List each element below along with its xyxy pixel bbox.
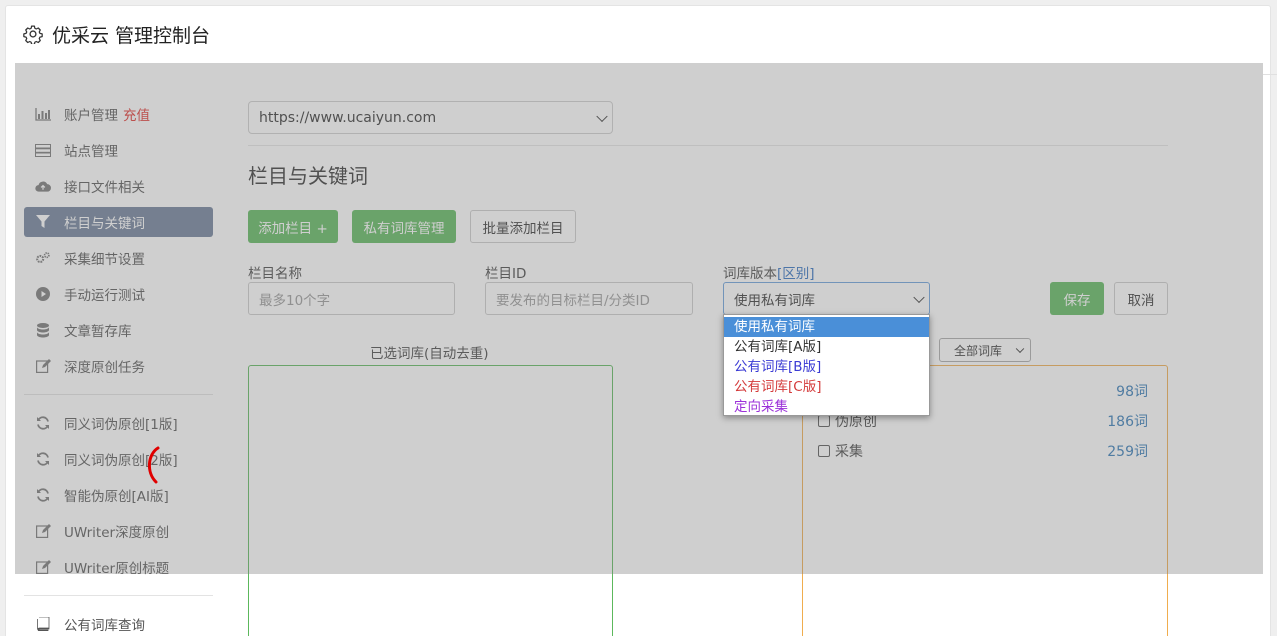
bar-chart-icon — [35, 107, 51, 121]
refresh-icon — [35, 452, 51, 466]
lib-filter-select[interactable]: 全部词库 — [939, 338, 1031, 362]
sidebar-item-uwriter-deep[interactable]: UWriter深度原创 — [24, 516, 213, 546]
gear-icon — [23, 25, 43, 44]
edit-icon — [35, 359, 51, 373]
chevron-down-icon — [913, 291, 925, 303]
lib-version-label: 词库版本[区别] — [723, 262, 815, 282]
sidebar-item-interface-files[interactable]: 接口文件相关 — [24, 171, 213, 201]
selected-lib-title: 已选词库(自动去重) — [370, 346, 489, 362]
filter-icon — [35, 215, 51, 229]
sidebar-item-label: 手动运行测试 — [64, 288, 145, 304]
header-divider — [1263, 74, 1277, 75]
lib-item-count: 98词 — [1116, 384, 1148, 400]
lib-version-dropdown: 使用私有词库 公有词库[A版] 公有词库[B版] 公有词库[C版] 定向采集 — [723, 314, 930, 416]
recharge-link[interactable]: 充值 — [123, 104, 150, 124]
column-id-label: 栏目ID — [485, 266, 527, 282]
sidebar-item-public-lib-query[interactable]: 公有词库查询 — [24, 609, 213, 636]
section-divider — [248, 145, 1168, 146]
lib-version-value: 使用私有词库 — [734, 292, 815, 309]
sidebar-item-synonym-v1[interactable]: 同义词伪原创[1版] — [24, 408, 213, 438]
page-title: 优采云 管理控制台 — [52, 24, 211, 47]
sidebar-divider — [24, 595, 213, 596]
private-lib-button[interactable]: 私有词库管理 — [352, 210, 456, 243]
database-icon — [35, 322, 51, 337]
column-name-label: 栏目名称 — [248, 266, 302, 282]
edit-icon — [35, 524, 51, 538]
column-name-input[interactable]: 最多10个字 — [248, 282, 455, 315]
loading-spinner-icon — [148, 446, 160, 484]
sidebar-item-synonym-v2[interactable]: 同义词伪原创[2版] — [24, 444, 213, 474]
dropdown-option[interactable]: 公有词库[B版] — [724, 357, 929, 377]
sidebar-item-uwriter-title[interactable]: UWriter原创标题 — [24, 552, 213, 582]
edit-icon — [35, 560, 51, 574]
site-select-value: https://www.ucaiyun.com — [259, 109, 437, 126]
sidebar-item-label: 接口文件相关 — [64, 180, 145, 196]
cogs-icon — [35, 251, 51, 265]
sidebar-item-ai-pseudo-original[interactable]: 智能伪原创[AI版] — [24, 480, 213, 510]
sidebar-item-account[interactable]: 账户管理 充值 — [24, 99, 213, 129]
chevron-down-icon — [596, 110, 608, 122]
lib-version-select[interactable]: 使用私有词库 — [723, 282, 930, 315]
sidebar-item-label: 采集细节设置 — [64, 252, 145, 268]
sidebar-item-label: 文章暂存库 — [64, 324, 132, 340]
sidebar-item-label: UWriter原创标题 — [64, 561, 170, 577]
batch-add-button[interactable]: 批量添加栏目 — [470, 210, 576, 243]
sidebar-item-label: 站点管理 — [64, 144, 118, 160]
dropdown-option[interactable]: 公有词库[A版] — [724, 337, 929, 357]
cancel-button[interactable]: 取消 — [1114, 282, 1168, 315]
site-select[interactable]: https://www.ucaiyun.com — [248, 101, 613, 134]
book-icon — [35, 617, 51, 631]
lib-item-count: 259词 — [1107, 444, 1148, 460]
lib-checkbox[interactable] — [818, 445, 830, 457]
section-title: 栏目与关键词 — [248, 164, 368, 188]
selected-lib-box[interactable] — [248, 365, 613, 636]
diff-link[interactable]: [区别] — [777, 266, 815, 282]
add-column-button[interactable]: 添加栏目 + — [248, 210, 338, 243]
header-bar: 优采云 管理控制台 — [5, 5, 1271, 63]
lib-filter-value: 全部词库 — [954, 343, 1003, 358]
sidebar-item-sites[interactable]: 站点管理 — [24, 135, 213, 165]
cloud-upload-icon — [35, 179, 51, 193]
lib-item-count: 186词 — [1107, 414, 1148, 430]
save-button[interactable]: 保存 — [1050, 282, 1104, 315]
sidebar-item-label: 栏目与关键词 — [64, 216, 145, 232]
play-circle-icon — [35, 287, 51, 301]
refresh-icon — [35, 416, 51, 430]
sidebar-item-deep-original[interactable]: 深度原创任务 — [24, 351, 213, 381]
sidebar-item-label: 同义词伪原创[1版] — [64, 417, 178, 433]
lib-item[interactable]: 采集 259词 — [818, 441, 1148, 461]
dropdown-option[interactable]: 定向采集 — [724, 397, 929, 417]
sidebar-item-collect-settings[interactable]: 采集细节设置 — [24, 243, 213, 273]
lib-version-label-text: 词库版本 — [723, 266, 777, 282]
dropdown-option[interactable]: 使用私有词库 — [724, 317, 929, 337]
sidebar-item-label: UWriter深度原创 — [64, 525, 170, 541]
lib-item-name: 采集 — [835, 444, 863, 460]
sidebar-item-label: 公有词库查询 — [64, 618, 145, 634]
column-id-input[interactable]: 要发布的目标栏目/分类ID — [485, 282, 693, 315]
chevron-down-icon — [1015, 344, 1025, 354]
server-icon — [35, 143, 51, 157]
sidebar-item-columns-keywords[interactable]: 栏目与关键词 — [24, 207, 213, 237]
sidebar-item-label: 智能伪原创[AI版] — [64, 489, 169, 505]
sidebar-item-label: 深度原创任务 — [64, 360, 145, 376]
sidebar-divider — [24, 394, 213, 395]
refresh-icon — [35, 488, 51, 502]
sidebar-item-article-storage[interactable]: 文章暂存库 — [24, 315, 213, 345]
sidebar-item-label: 账户管理 — [64, 108, 118, 124]
sidebar-item-manual-run[interactable]: 手动运行测试 — [24, 279, 213, 309]
dropdown-option[interactable]: 公有词库[C版] — [724, 377, 929, 397]
